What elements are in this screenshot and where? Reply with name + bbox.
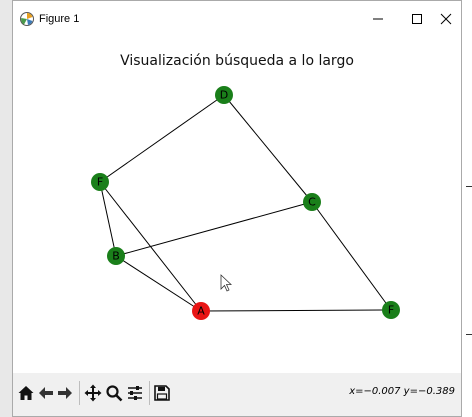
graph-node-label-b: B [112,250,120,263]
configure-subplots-icon [128,386,142,400]
graph-edge-b-c [115,201,313,257]
graph-plot: D F C B A F [91,86,400,320]
toolbar-separator [149,381,150,405]
cursor-coordinates: x=−0.007 y=−0.389 [349,386,455,397]
save-icon [154,385,170,401]
background-plot-edge [461,0,472,417]
navigation-toolbar: x=−0.007 y=−0.389 [13,373,461,416]
matplotlib-app-icon [20,12,34,26]
window-title: Figure 1 [39,13,80,25]
save-button[interactable] [153,384,171,402]
graph-node-label-f1: F [97,176,103,189]
figure-window: Figure 1 Visualización búsqueda a lo lar… [12,0,462,417]
graph-edge-d-f1 [99,94,225,183]
background-panel [0,0,12,417]
graph-edge-f1-b [99,181,117,257]
graph-edge-a-f2 [200,309,392,312]
back-arrow-icon [39,387,53,399]
graph-node-label-c: C [308,196,316,209]
minimize-icon [373,18,383,20]
graph-node-label-d: D [220,89,228,102]
mouse-cursor-icon [220,274,233,292]
forward-arrow-icon [58,387,72,399]
graph-edge-c-f2 [311,201,392,311]
title-bar[interactable]: Figure 1 [13,1,461,37]
graph-edge-d-c [223,94,313,203]
maximize-icon [412,14,422,24]
edges-layer [99,94,392,312]
background-tick [466,334,472,335]
close-icon [440,13,452,25]
forward-button[interactable] [56,384,74,402]
pan-button[interactable] [84,384,102,402]
figure-canvas[interactable]: Visualización búsqueda a lo largo DFCBAF [13,37,461,373]
zoom-icon [106,385,123,402]
graph-node-label-a: A [197,305,205,318]
graph-node-label-f2: F [388,304,394,317]
close-button[interactable] [431,7,461,31]
background-tick [466,186,472,187]
zoom-button[interactable] [105,384,123,402]
home-button[interactable] [17,384,35,402]
pan-icon [84,384,102,402]
home-icon [18,386,34,400]
graph-edge-b-a [115,255,202,312]
back-button[interactable] [37,384,55,402]
configure-subplots-button[interactable] [126,384,144,402]
minimize-button[interactable] [363,7,393,31]
maximize-button[interactable] [402,7,432,31]
toolbar-separator [79,381,80,405]
